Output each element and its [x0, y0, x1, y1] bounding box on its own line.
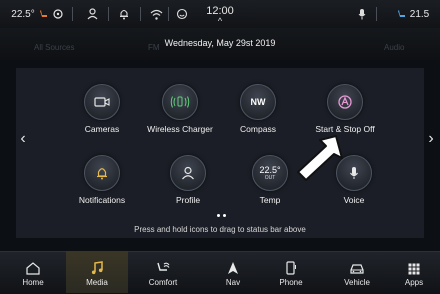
- app-notifications[interactable]: Notifications: [64, 155, 140, 215]
- passenger-seat-icon: [397, 10, 405, 17]
- nav-comfort[interactable]: Comfort: [136, 251, 190, 293]
- app-label: Compass: [240, 124, 276, 134]
- profile-status-icon[interactable]: [82, 0, 102, 28]
- temperature-icon: 22.5° OUT: [252, 155, 288, 191]
- steering-wheel-icon: [53, 9, 63, 19]
- home-icon: [6, 251, 60, 275]
- nav-nav[interactable]: Nav: [206, 251, 260, 293]
- phone-icon: [264, 251, 318, 275]
- status-separator: [376, 7, 377, 21]
- status-separator: [72, 7, 73, 21]
- nav-label: Phone: [279, 278, 303, 287]
- nav-vehicle[interactable]: Vehicle: [330, 251, 384, 293]
- compass-heading: NW: [250, 97, 266, 107]
- start-stop-icon: [327, 84, 363, 120]
- app-label: Wireless Charger: [147, 124, 213, 134]
- driver-temp-value: 22.5°: [11, 8, 35, 20]
- app-compass[interactable]: NW Compass: [220, 84, 296, 144]
- app-cameras[interactable]: Cameras: [64, 84, 140, 144]
- person-icon: [170, 155, 206, 191]
- date-display: Wednesday, May 29st 2019: [164, 38, 276, 48]
- wireless-charger-icon: [162, 84, 198, 120]
- camera-icon: [84, 84, 120, 120]
- clock[interactable]: 12:00 ^: [195, 0, 245, 28]
- app-label: Voice: [343, 195, 365, 205]
- heated-seat-icon: [39, 10, 47, 17]
- nav-label: Vehicle: [344, 278, 370, 287]
- bell-status-icon[interactable]: [114, 0, 134, 28]
- mood-status-icon[interactable]: [172, 0, 192, 28]
- status-separator: [140, 7, 141, 21]
- outside-temp-value: 22.5°: [259, 164, 281, 175]
- driver-temp-control[interactable]: 22.5°: [6, 0, 68, 28]
- nav-label: Comfort: [148, 278, 178, 287]
- infotainment-screen: 22.5° 12:00 ^ 21.5 All Sources FM Audio …: [0, 0, 440, 294]
- drag-hint: Press and hold icons to drag to status b…: [134, 225, 306, 234]
- nav-label: Nav: [225, 278, 241, 287]
- app-wireless-charger[interactable]: Wireless Charger: [142, 84, 218, 144]
- nav-media[interactable]: Media: [66, 251, 128, 293]
- nav-phone[interactable]: Phone: [264, 251, 318, 293]
- source-tab-audio: Audio: [384, 43, 405, 52]
- app-label: Profile: [175, 195, 201, 205]
- navigation-arrow-icon: [206, 251, 260, 275]
- page-dot: [217, 214, 220, 217]
- chevron-right-icon[interactable]: ›: [424, 130, 438, 148]
- app-profile[interactable]: Profile: [150, 155, 226, 215]
- app-label: Cameras: [84, 124, 120, 134]
- seat-fan-icon: [136, 251, 190, 275]
- compass-icon: NW: [240, 84, 276, 120]
- car-icon: [330, 251, 384, 275]
- app-label: Start & Stop Off: [315, 124, 375, 134]
- nav-label: Media: [86, 278, 108, 287]
- page-indicator: [217, 214, 226, 218]
- source-tab-all: All Sources: [34, 43, 75, 52]
- status-separator: [108, 7, 109, 21]
- nav-apps[interactable]: Apps: [390, 251, 438, 293]
- wifi-status-icon[interactable]: [146, 0, 166, 28]
- nav-label: Apps: [404, 278, 424, 287]
- status-separator: [168, 7, 169, 21]
- nav-home[interactable]: Home: [6, 251, 60, 293]
- passenger-temp-control[interactable]: 21.5: [386, 0, 440, 28]
- chevron-up-icon[interactable]: ^: [218, 17, 222, 26]
- outside-temp-unit: OUT: [264, 174, 276, 181]
- passenger-temp-value: 21.5: [409, 8, 430, 20]
- chevron-left-icon[interactable]: ‹: [16, 130, 30, 148]
- page-dot: [223, 214, 226, 217]
- apps-grid-icon: [390, 251, 438, 275]
- music-note-icon: [66, 251, 128, 275]
- app-label: Notifications: [78, 195, 126, 205]
- callout-arrow-icon: [297, 135, 343, 181]
- microphone-status-icon[interactable]: [352, 0, 372, 28]
- app-label: Temp: [259, 195, 281, 205]
- bell-icon: [84, 155, 120, 191]
- nav-label: Home: [22, 278, 44, 287]
